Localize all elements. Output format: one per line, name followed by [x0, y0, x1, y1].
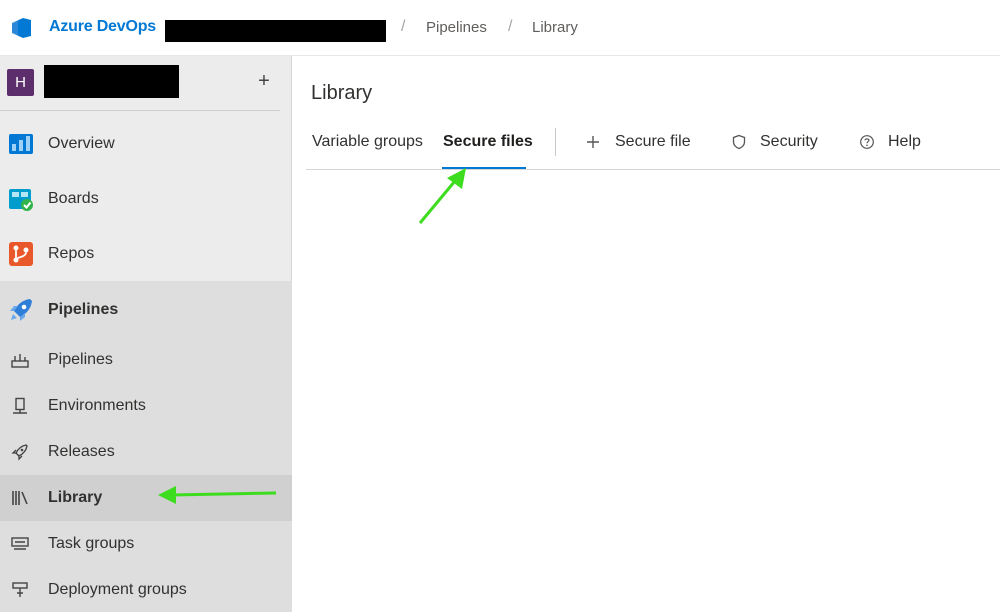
sidebar-item-label: Environments: [48, 397, 146, 414]
help-circle-icon: [860, 135, 874, 149]
breadcrumb-pipelines[interactable]: Pipelines: [426, 19, 487, 36]
sidebar-item-boards[interactable]: Boards: [0, 176, 292, 222]
pipelines-sub-icon: [11, 354, 29, 368]
tab-variable-groups[interactable]: Variable groups: [312, 133, 423, 151]
sidebar: H + Overview Boards Repos Pipelines Pipe…: [0, 56, 292, 612]
library-icon: [12, 491, 28, 505]
sidebar-item-deployment-groups[interactable]: Deployment groups: [0, 567, 292, 612]
tab-secure-files[interactable]: Secure files: [443, 133, 533, 151]
sidebar-item-environments[interactable]: Environments: [0, 383, 292, 429]
releases-icon: [11, 444, 28, 461]
boards-icon: [9, 189, 33, 211]
deployment-groups-icon: [12, 582, 28, 597]
add-secure-file-label: Secure file: [615, 133, 691, 150]
sidebar-item-pipelines-sub[interactable]: Pipelines: [0, 337, 292, 383]
sidebar-item-releases[interactable]: Releases: [0, 429, 292, 475]
arrow-to-secure-files-tab: [418, 168, 466, 224]
tab-bar-rule: [306, 169, 1000, 170]
environments-icon: [13, 397, 27, 414]
sidebar-item-label: Overview: [48, 135, 115, 152]
security-label: Security: [760, 133, 818, 150]
sidebar-item-label: Task groups: [48, 535, 135, 552]
redacted-organization-name: [165, 20, 386, 42]
repos-icon: [9, 242, 33, 266]
toolbar-divider: [555, 128, 556, 156]
sidebar-item-label: Pipelines: [48, 351, 113, 368]
azure-devops-logo-icon[interactable]: [9, 15, 35, 41]
project-selector[interactable]: H +: [0, 56, 292, 110]
sidebar-item-label: Pipelines: [48, 301, 119, 318]
sidebar-item-repos[interactable]: Repos: [0, 231, 292, 277]
breadcrumb-separator: /: [508, 18, 513, 35]
page-title: Library: [311, 82, 373, 104]
breadcrumb-library[interactable]: Library: [532, 19, 578, 36]
sidebar-item-library[interactable]: Library: [0, 475, 292, 521]
shield-icon: [732, 134, 746, 150]
sidebar-item-label: Boards: [48, 190, 99, 207]
sidebar-item-label: Library: [48, 489, 103, 506]
brand-link[interactable]: Azure DevOps: [49, 18, 156, 36]
sidebar-item-label: Releases: [48, 443, 115, 460]
sidebar-item-task-groups[interactable]: Task groups: [0, 521, 292, 567]
sidebar-item-pipelines[interactable]: Pipelines: [0, 287, 292, 333]
sidebar-item-label: Deployment groups: [48, 581, 187, 598]
sidebar-item-overview[interactable]: Overview: [0, 121, 292, 167]
plus-icon: [587, 136, 599, 148]
redacted-project-name: [44, 65, 179, 98]
breadcrumb-separator: /: [401, 18, 406, 35]
add-project-button[interactable]: +: [254, 69, 274, 93]
sidebar-item-label: Repos: [48, 245, 95, 262]
help-label: Help: [888, 133, 921, 150]
divider: [0, 110, 280, 111]
overview-icon: [9, 134, 33, 154]
pipelines-rocket-icon: [10, 299, 32, 321]
task-groups-icon: [11, 537, 29, 550]
project-avatar[interactable]: H: [7, 69, 34, 96]
top-bar: Azure DevOps / Pipelines / Library: [0, 0, 1000, 56]
